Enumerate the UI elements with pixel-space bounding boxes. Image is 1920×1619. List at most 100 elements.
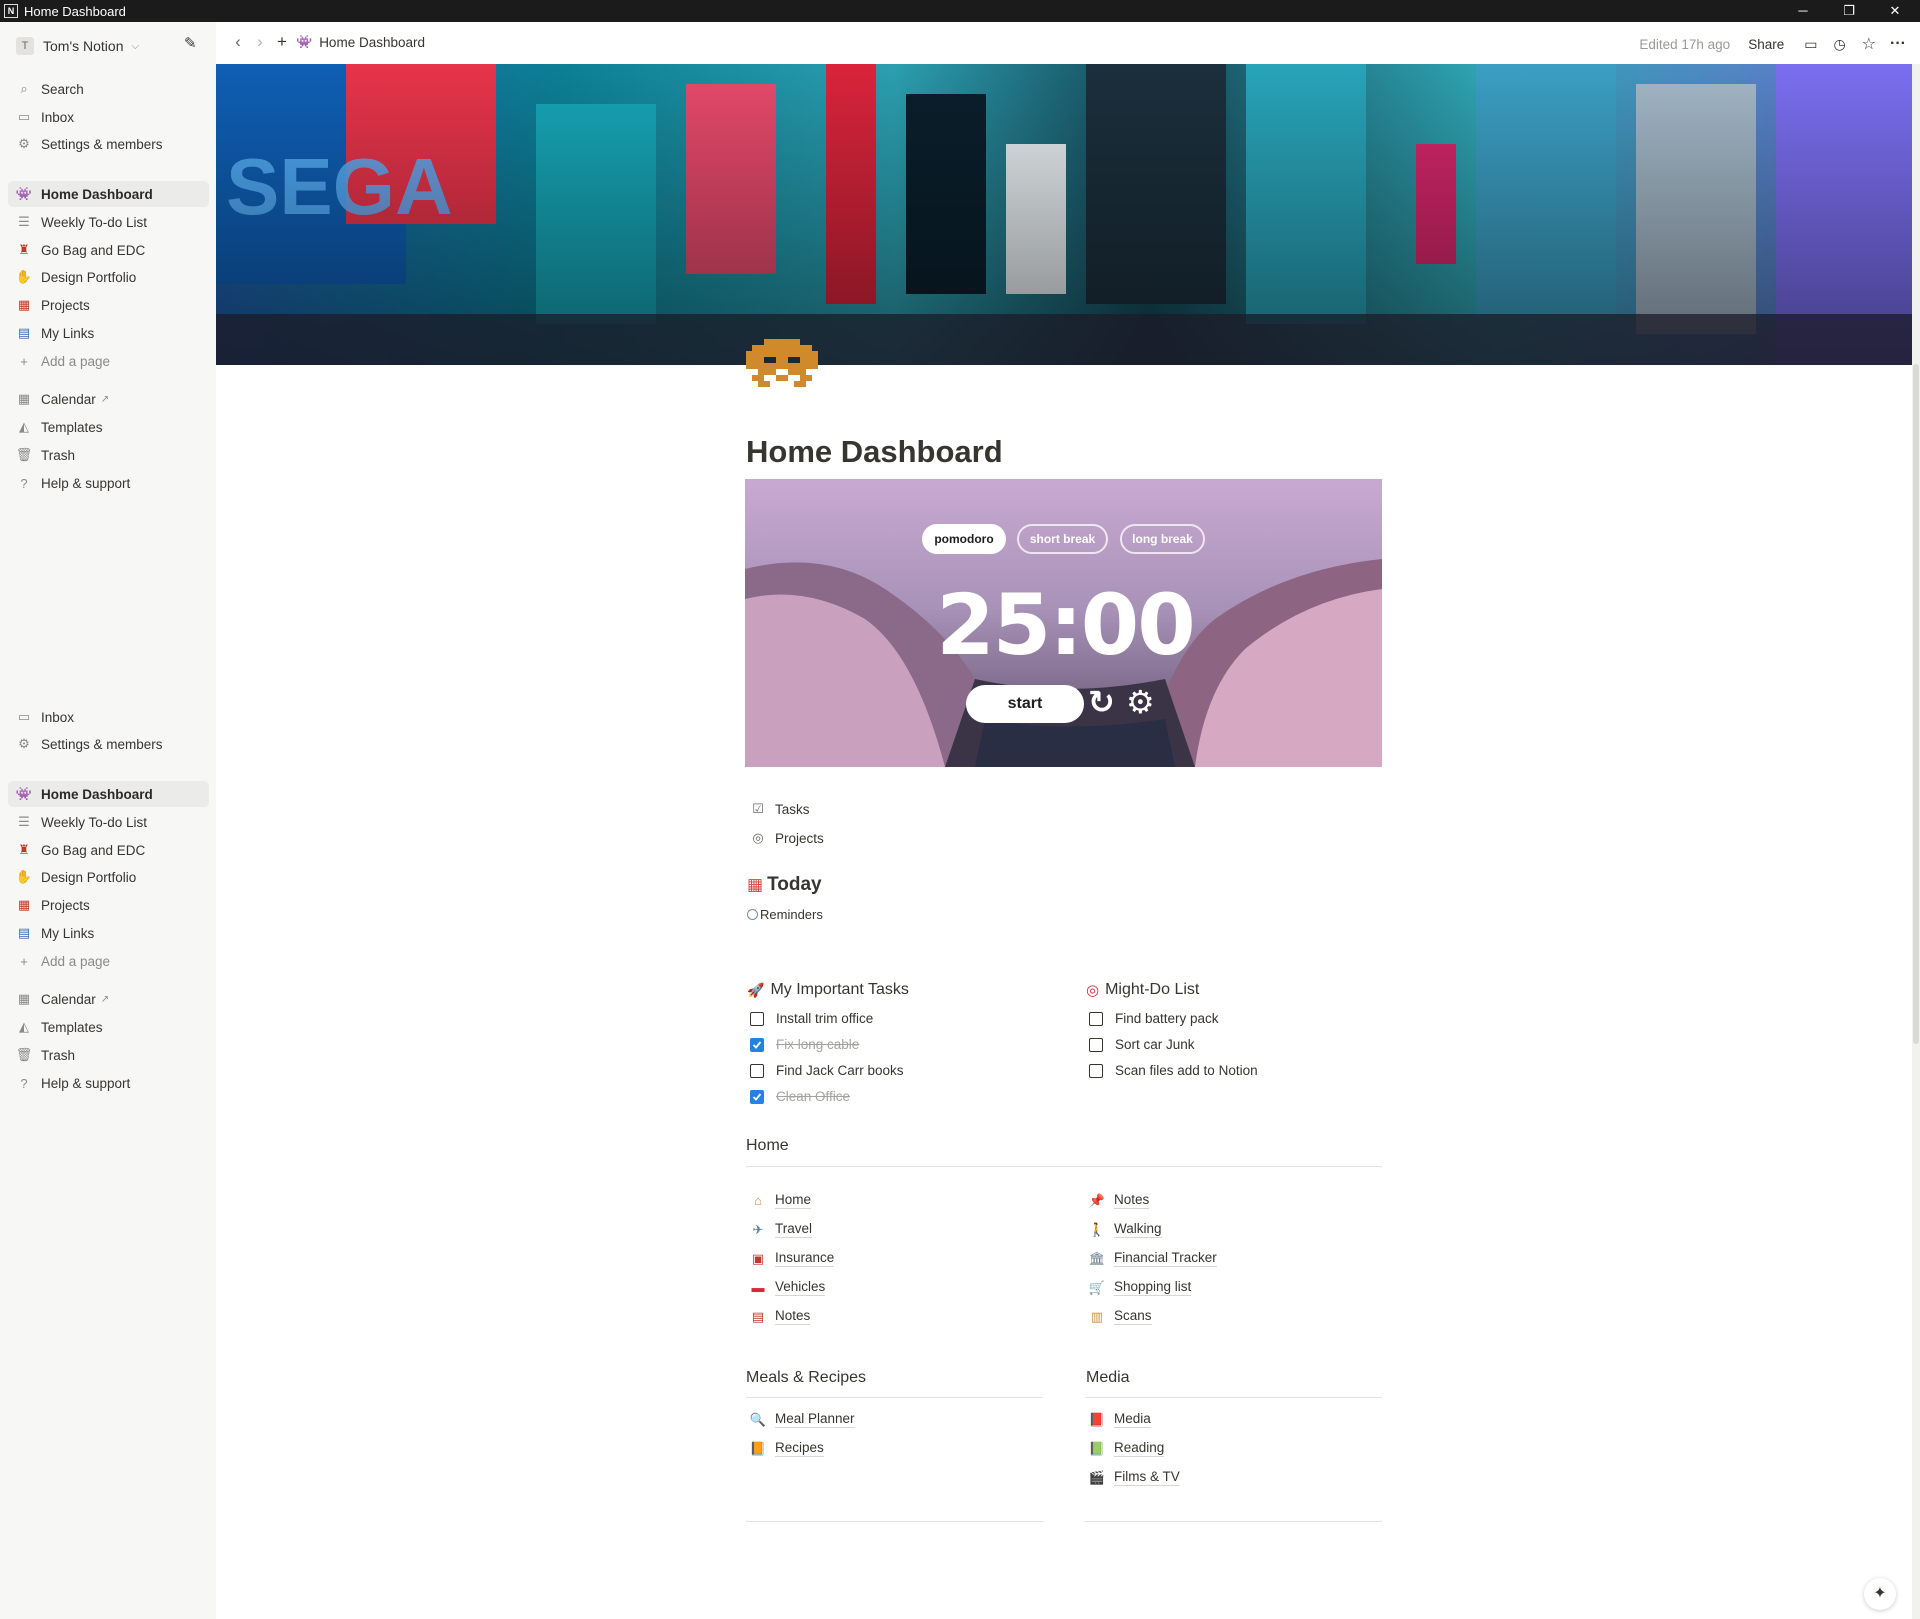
media-section-heading[interactable]: Media	[1086, 1369, 1130, 1387]
long-break-button[interactable]: long break	[1120, 524, 1205, 554]
short-break-button[interactable]: short break	[1017, 524, 1108, 554]
sidebar-item-trash[interactable]: 🗑 Trash	[8, 442, 209, 468]
link-notes[interactable]: ▤ Notes	[749, 1308, 811, 1325]
todo-item[interactable]: Fix long cable	[750, 1037, 859, 1052]
gear-icon: ⚙	[18, 136, 30, 151]
sidebar-item-inbox[interactable]: ▭ Inbox	[8, 104, 209, 130]
sidebar-item-home-dashboard[interactable]: 👾 Home Dashboard	[8, 181, 209, 207]
sidebar-item-go-bag[interactable]: ♜ Go Bag and EDC	[8, 837, 209, 863]
link-recipes[interactable]: 📙 Recipes	[749, 1440, 824, 1457]
topbar-actions: Edited 17h ago Share ▭ ◷ ☆ ···	[1639, 34, 1920, 54]
comment-icon[interactable]: ▭	[1804, 36, 1817, 53]
today-heading[interactable]: ▦ Today	[747, 874, 822, 896]
start-button[interactable]: start	[966, 685, 1084, 723]
sidebar-item-calendar[interactable]: ▦ Calendar ↗	[8, 986, 209, 1012]
sidebar-item-calendar[interactable]: ▦ Calendar ↗	[8, 386, 209, 412]
sidebar-item-settings[interactable]: ⚙ Settings & members	[8, 731, 209, 757]
breadcrumb[interactable]: 👾 Home Dashboard	[296, 34, 425, 50]
todo-item[interactable]: Sort car Junk	[1089, 1037, 1195, 1052]
settings-gear-icon[interactable]: ⚙	[1126, 683, 1155, 721]
todo-item[interactable]: Find Jack Carr books	[750, 1063, 904, 1078]
sidebar-item-home-dashboard[interactable]: 👾 Home Dashboard	[8, 781, 209, 807]
sidebar-item-inbox[interactable]: ▭ Inbox	[8, 704, 209, 730]
links-icon: ▤	[17, 925, 31, 940]
meals-section-heading[interactable]: Meals & Recipes	[746, 1369, 866, 1387]
reminders-toggle[interactable]: Reminders	[747, 907, 823, 922]
todo-item[interactable]: Install trim office	[750, 1011, 873, 1026]
link-shopping-list[interactable]: 🛒 Shopping list	[1088, 1279, 1192, 1296]
todo-checkbox[interactable]	[1089, 1011, 1103, 1026]
sidebar-item-help[interactable]: ? Help & support	[8, 470, 209, 496]
sidebar-item-trash[interactable]: 🗑 Trash	[8, 1042, 209, 1068]
sidebar-item-templates[interactable]: ◭ Templates	[8, 1014, 209, 1040]
link-reading[interactable]: 📗 Reading	[1088, 1440, 1165, 1457]
new-tab-plus-icon[interactable]: +	[272, 32, 292, 52]
sidebar-item-add-page[interactable]: + Add a page	[8, 348, 209, 374]
page-scrollbar[interactable]	[1912, 64, 1920, 1619]
sidebar-item-projects[interactable]: ▦ Projects	[8, 892, 209, 918]
page-icon-space-invader[interactable]	[746, 335, 818, 391]
link-insurance[interactable]: ▣ Insurance	[749, 1250, 835, 1267]
link-financial-tracker[interactable]: 🏛 Financial Tracker	[1088, 1250, 1217, 1267]
link-tasks[interactable]: ☑ Tasks	[749, 801, 809, 817]
important-tasks-heading[interactable]: 🚀 My Important Tasks	[747, 981, 909, 999]
link-media[interactable]: 📕 Media	[1088, 1411, 1151, 1428]
link-scans[interactable]: ▥ Scans	[1088, 1308, 1152, 1325]
link-notes[interactable]: 📌 Notes	[1088, 1192, 1150, 1209]
reset-icon[interactable]: ↻	[1088, 683, 1115, 721]
meals-divider	[746, 1397, 1043, 1398]
sidebar-item-go-bag[interactable]: ♜ Go Bag and EDC	[8, 237, 209, 263]
calendar-icon: ▦	[747, 875, 764, 894]
restore-button[interactable]: ❐	[1826, 0, 1872, 22]
link-projects[interactable]: ◎ Projects	[749, 830, 823, 846]
cart-icon: 🛒	[1088, 1279, 1106, 1295]
link-home[interactable]: ⌂ Home	[749, 1192, 812, 1209]
todo-checkbox[interactable]	[1089, 1037, 1103, 1052]
pomodoro-mode-button[interactable]: pomodoro	[922, 524, 1006, 554]
more-options-icon[interactable]: ···	[1890, 35, 1906, 53]
star-icon[interactable]: ☆	[1862, 34, 1876, 54]
history-clock-icon[interactable]: ◷	[1833, 36, 1845, 53]
link-films-tv[interactable]: 🎬 Films & TV	[1088, 1469, 1180, 1486]
link-travel[interactable]: ✈ Travel	[749, 1221, 813, 1238]
workspace-switcher[interactable]: T Tom's Notion ⌵	[8, 32, 209, 60]
back-arrow-icon[interactable]: ‹	[228, 32, 248, 52]
ai-sparkle-icon[interactable]: ✦	[1864, 1578, 1896, 1610]
minimize-button[interactable]: ─	[1780, 0, 1826, 22]
topbar: ‹ › + 👾 Home Dashboard Edited 17h ago Sh…	[216, 22, 1920, 64]
might-do-heading[interactable]: ◎ Might-Do List	[1086, 981, 1199, 999]
sidebar-item-search[interactable]: ⌕ Search	[8, 76, 209, 102]
templates-icon: ◭	[19, 419, 29, 434]
link-walking[interactable]: 🚶 Walking	[1088, 1221, 1162, 1238]
home-section-heading[interactable]: Home	[746, 1137, 789, 1155]
home-divider	[746, 1166, 1382, 1167]
sidebar-item-add-page[interactable]: + Add a page	[8, 948, 209, 974]
sidebar-item-my-links[interactable]: ▤ My Links	[8, 320, 209, 346]
todo-item[interactable]: Scan files add to Notion	[1089, 1063, 1258, 1078]
rocket-icon: 🚀	[747, 981, 765, 998]
share-button[interactable]: Share	[1748, 37, 1784, 52]
page-title[interactable]: Home Dashboard	[746, 434, 1003, 470]
todo-checkbox[interactable]	[1089, 1063, 1103, 1078]
todo-checkbox-checked[interactable]	[750, 1037, 764, 1052]
scrollbar-thumb[interactable]	[1913, 364, 1919, 1044]
sidebar-item-weekly-todo[interactable]: ☰ Weekly To-do List	[8, 209, 209, 235]
sidebar-item-templates[interactable]: ◭ Templates	[8, 414, 209, 440]
new-page-icon[interactable]: ✎	[184, 34, 197, 52]
sidebar-item-help[interactable]: ? Help & support	[8, 1070, 209, 1096]
sidebar-item-design-portfolio[interactable]: ✋ Design Portfolio	[8, 264, 209, 290]
todo-checkbox-checked[interactable]	[750, 1089, 764, 1104]
sidebar-item-my-links[interactable]: ▤ My Links	[8, 920, 209, 946]
sidebar-item-settings[interactable]: ⚙ Settings & members	[8, 131, 209, 157]
sidebar-item-design-portfolio[interactable]: ✋ Design Portfolio	[8, 864, 209, 890]
todo-item[interactable]: Find battery pack	[1089, 1011, 1219, 1026]
todo-checkbox[interactable]	[750, 1063, 764, 1078]
forward-arrow-icon[interactable]: ›	[250, 32, 270, 52]
link-vehicles[interactable]: ▬ Vehicles	[749, 1279, 826, 1296]
close-button[interactable]: ✕	[1872, 0, 1918, 22]
sidebar-item-weekly-todo[interactable]: ☰ Weekly To-do List	[8, 809, 209, 835]
todo-item[interactable]: Clean Office	[750, 1089, 850, 1104]
todo-checkbox[interactable]	[750, 1011, 764, 1026]
link-meal-planner[interactable]: 🔍 Meal Planner	[749, 1411, 855, 1428]
sidebar-item-projects[interactable]: ▦ Projects	[8, 292, 209, 318]
